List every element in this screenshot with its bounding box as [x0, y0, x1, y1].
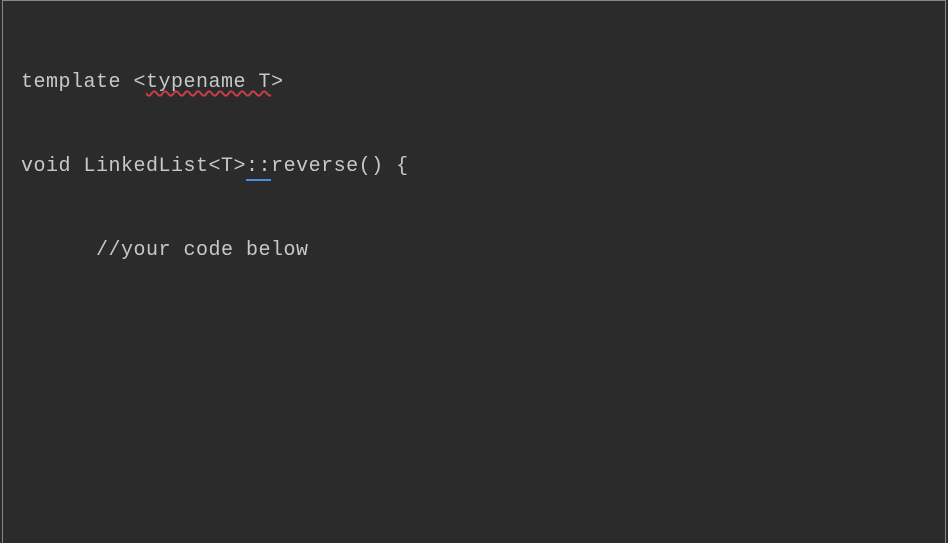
- code-editor-content[interactable]: template <typename T> void LinkedList<T>…: [3, 1, 945, 321]
- code-text: >: [271, 71, 284, 94]
- code-line-2: void LinkedList<T>::reverse() {: [21, 153, 945, 181]
- code-text: void LinkedList<T>: [21, 155, 246, 178]
- spellcheck-squiggle: typename T: [146, 71, 271, 94]
- code-text: template <: [21, 71, 146, 94]
- code-text: reverse() {: [271, 155, 409, 178]
- code-editor-frame[interactable]: template <typename T> void LinkedList<T>…: [2, 0, 946, 543]
- syntax-highlight-blue: ::: [246, 155, 271, 178]
- code-line-3: //your code below: [21, 237, 945, 265]
- code-line-1: template <typename T>: [21, 69, 945, 97]
- code-indent: [21, 239, 96, 262]
- code-comment: //your code below: [96, 239, 309, 262]
